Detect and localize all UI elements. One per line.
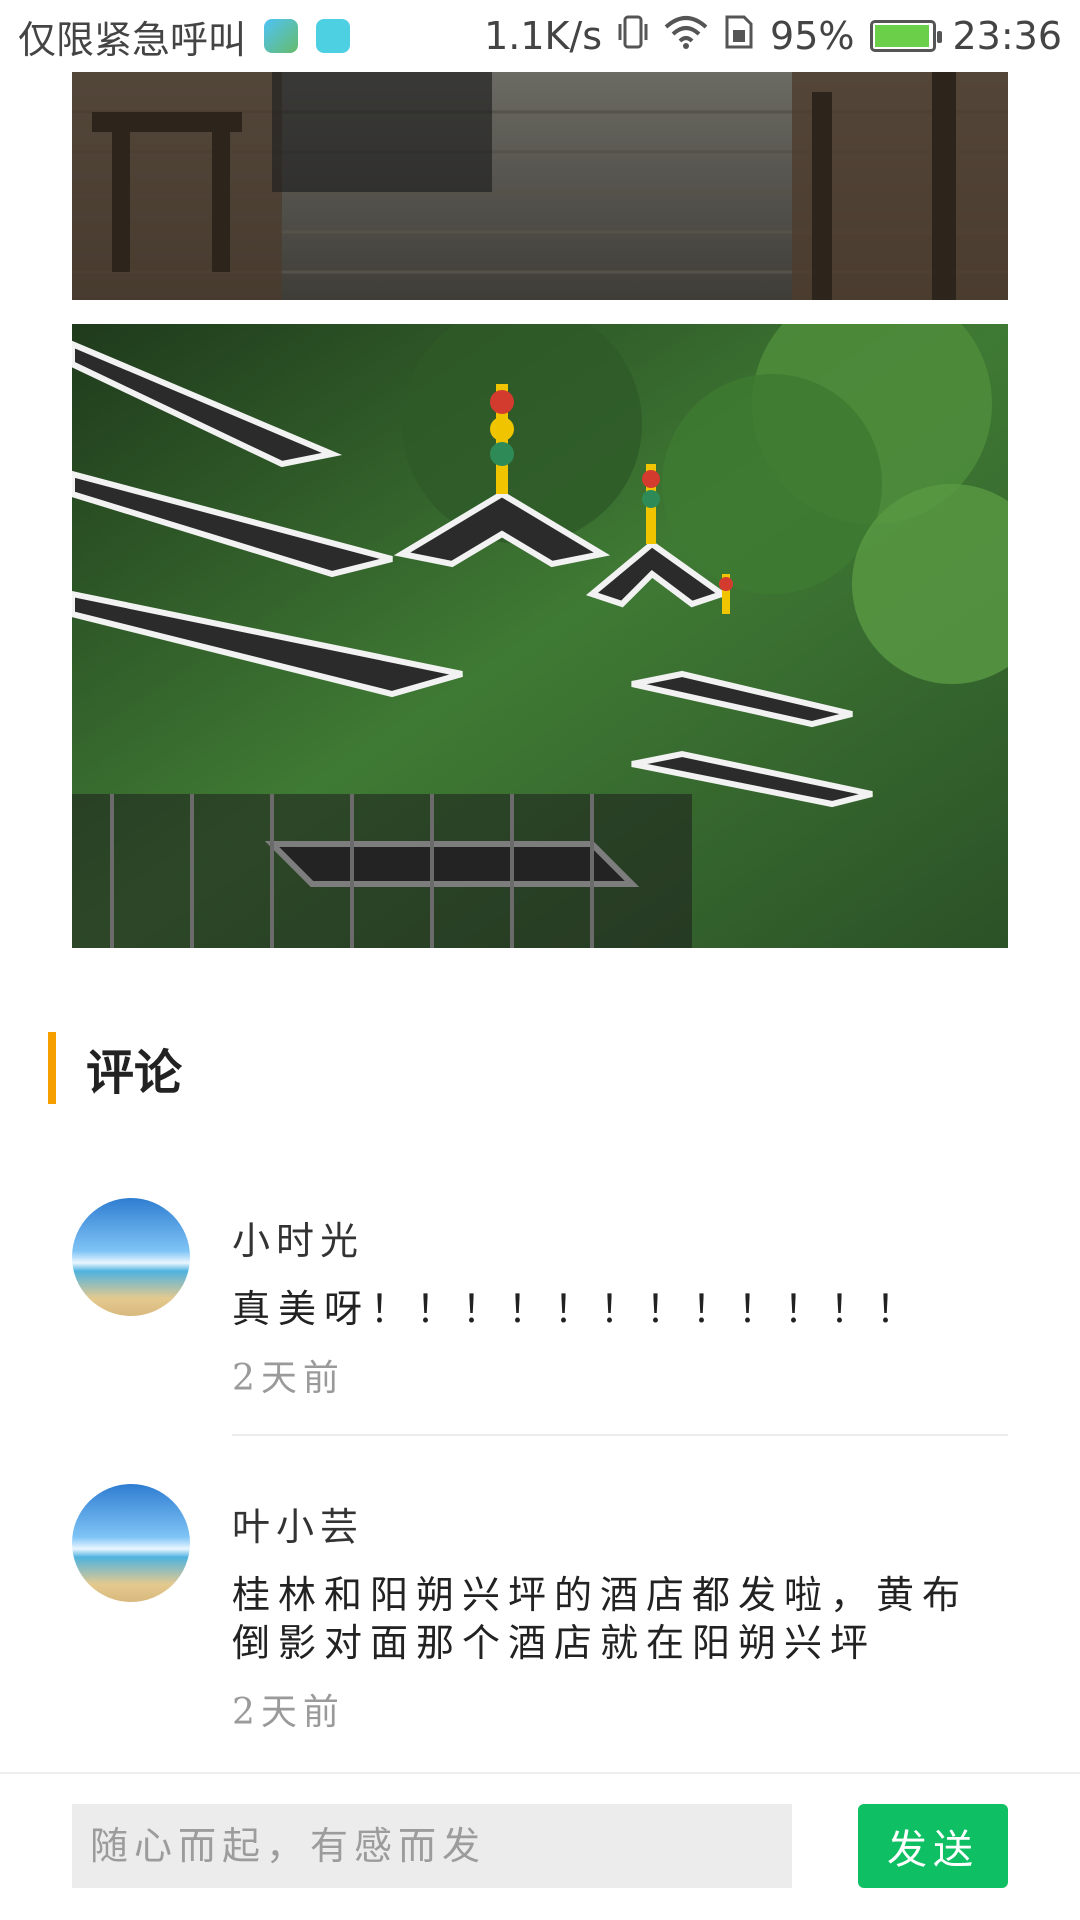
wifi-icon xyxy=(664,14,708,58)
comment-text: 桂林和阳朔兴坪的酒店都发啦，黄布倒影对面那个酒店就在阳朔兴坪 xyxy=(232,1573,969,1665)
comment-item: 小时光 真美呀！！！！！！！！！！！！ 2天前 xyxy=(72,1198,1008,1399)
comments-title: 评论 xyxy=(86,1045,183,1101)
carrier-text: 仅限紧急呼叫 xyxy=(18,17,247,62)
avatar[interactable] xyxy=(72,1484,190,1602)
vibrate-icon xyxy=(618,14,648,59)
comment-item: 叶小芸 桂林和阳朔兴坪的酒店都发啦，黄布倒影对面那个酒店就在阳朔兴坪 2天前 xyxy=(72,1484,1008,1733)
comment-time: 2天前 xyxy=(232,1358,345,1399)
comment-time: 2天前 xyxy=(232,1692,345,1733)
section-accent-bar xyxy=(48,1032,56,1104)
battery-icon xyxy=(870,20,943,52)
network-speed: 1.1K/s xyxy=(484,14,603,58)
comment-username[interactable]: 叶小芸 xyxy=(232,1496,1008,1551)
status-bar: 仅限紧急呼叫 1.1K/s 95% 23:36 xyxy=(0,0,1080,72)
post-photo-wind-rain-bridge[interactable] xyxy=(72,324,1008,948)
comments-header: 评论 xyxy=(48,1032,182,1104)
send-button[interactable]: 发送 xyxy=(858,1804,1008,1888)
bridge-interior-illustration xyxy=(72,72,1008,300)
post-photo-bridge-interior[interactable] xyxy=(72,72,1008,300)
android-notification-icon xyxy=(316,19,351,53)
comment-username[interactable]: 小时光 xyxy=(232,1210,1008,1265)
app-notification-icon xyxy=(264,19,299,53)
comment-content: 叶小芸 桂林和阳朔兴坪的酒店都发啦，黄布倒影对面那个酒店就在阳朔兴坪 2天前 xyxy=(232,1484,1008,1735)
clock: 23:36 xyxy=(952,14,1062,58)
comment-content: 小时光 真美呀！！！！！！！！！！！！ 2天前 xyxy=(232,1198,1008,1401)
comment-divider xyxy=(232,1434,1008,1436)
comment-input-bar: 发送 xyxy=(0,1772,1080,1920)
battery-percent: 95% xyxy=(770,14,855,58)
comment-text: 真美呀！！！！！！！！！！！！ xyxy=(232,1287,923,1331)
sim-icon xyxy=(724,14,754,59)
avatar[interactable] xyxy=(72,1198,190,1316)
wind-rain-bridge-illustration xyxy=(72,324,1008,948)
comment-input[interactable] xyxy=(72,1804,792,1888)
